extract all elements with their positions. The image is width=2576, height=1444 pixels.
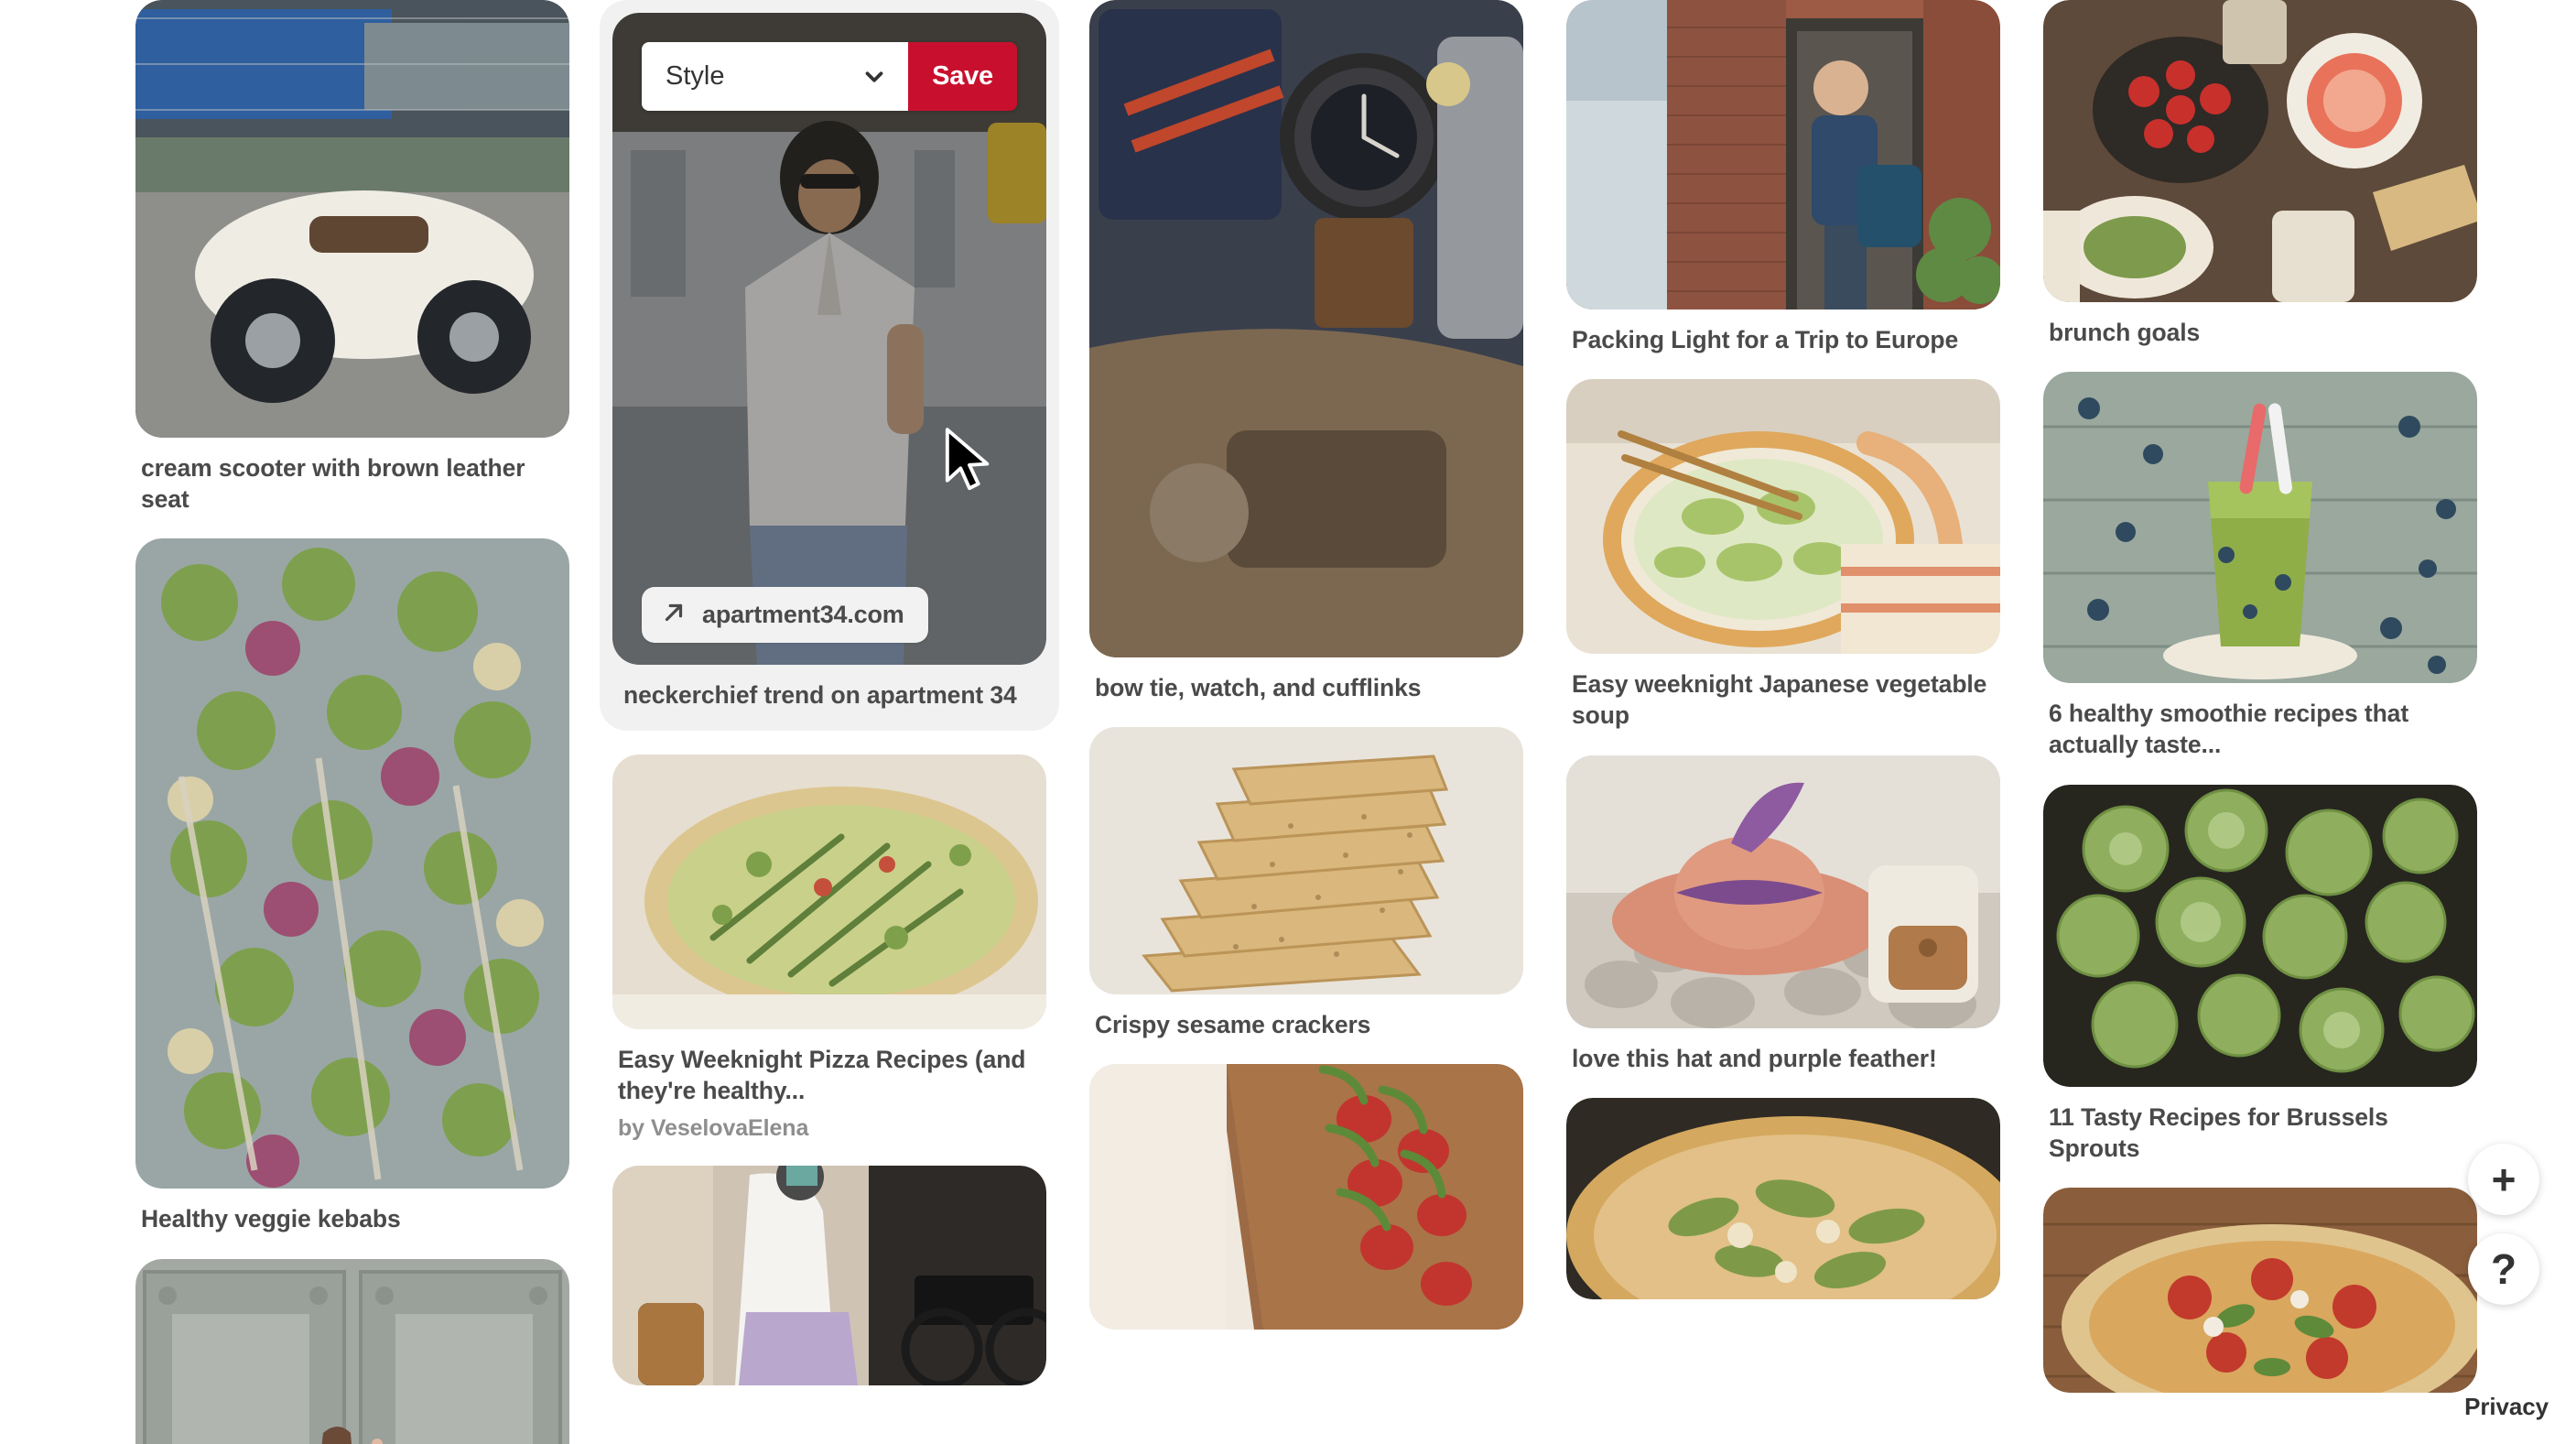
pin-image (1566, 379, 2000, 655)
board-select-value: Style (666, 61, 725, 91)
pin-author: by VeselovaElena (618, 1114, 809, 1141)
pin-image (2043, 784, 2477, 1087)
pin-image-wrapper[interactable] (1566, 755, 2000, 1028)
create-pin-button[interactable]: + (2468, 1144, 2539, 1215)
masonry-column-5: brunch goals 6 healthy smoothie recipes … (2043, 0, 2477, 1417)
pin-card-hovered[interactable]: Style Save apartment34.com neckerchief t… (600, 0, 1059, 732)
pin-title: bow tie, watch, and cufflinks (1095, 674, 1422, 701)
pin-image (135, 538, 569, 1189)
pin-title: Crispy sesame crackers (1095, 1011, 1371, 1039)
pin-image (1566, 1097, 2000, 1299)
pin-card[interactable]: Easy Weeknight Pizza Recipes (and they'r… (612, 755, 1046, 1141)
masonry-column-3: bow tie, watch, and cufflinks Crispy ses… (1089, 0, 1523, 1353)
pin-title: Packing Light for a Trip to Europe (1572, 326, 1959, 353)
pin-card[interactable]: love this hat and purple feather! (1566, 755, 2000, 1074)
pin-image-wrapper[interactable] (2043, 372, 2477, 684)
pin-image (1089, 1064, 1523, 1330)
source-domain-label: apartment34.com (702, 601, 904, 628)
pin-card[interactable]: Easy weeknight Japanese vegetable soup (1566, 379, 2000, 731)
pin-card[interactable] (612, 1165, 1046, 1385)
pin-image (2043, 372, 2477, 684)
pin-image (2043, 1187, 2477, 1393)
pin-image (1566, 755, 2000, 1028)
pin-title: 11 Tasty Recipes for Brussels Sprouts (2049, 1102, 2388, 1162)
pin-title: Easy weeknight Japanese vegetable soup (1572, 670, 1987, 730)
pin-title: Easy Weeknight Pizza Recipes (and they'r… (618, 1046, 1026, 1105)
masonry-column-1: cream scooter with brown leather seat He… (135, 0, 569, 1444)
pin-image (135, 0, 569, 438)
question-mark-icon: ? (2490, 1245, 2517, 1293)
pin-card[interactable] (1089, 1064, 1523, 1330)
pin-image-wrapper[interactable] (1566, 379, 2000, 655)
plus-icon: + (2491, 1156, 2516, 1203)
pin-image-wrapper[interactable] (1566, 0, 2000, 309)
pin-card[interactable]: brunch goals (2043, 0, 2477, 348)
help-button[interactable]: ? (2468, 1233, 2539, 1305)
pin-card[interactable] (2043, 1187, 2477, 1393)
pin-image-wrapper[interactable]: Style Save apartment34.com (612, 13, 1046, 665)
pin-image-wrapper[interactable] (1089, 0, 1523, 657)
pin-title: Healthy veggie kebabs (141, 1205, 401, 1233)
pin-image (135, 1258, 569, 1444)
pin-card[interactable]: Packing Light for a Trip to Europe (1566, 0, 2000, 355)
pin-image-wrapper[interactable] (612, 1165, 1046, 1385)
pin-card[interactable]: cream scooter with brown leather seat (135, 0, 569, 515)
pin-image-wrapper[interactable] (612, 755, 1046, 1030)
pin-card[interactable]: bow tie, watch, and cufflinks (1089, 0, 1523, 703)
pin-image-wrapper[interactable] (2043, 1187, 2477, 1393)
pin-title: cream scooter with brown leather seat (141, 454, 525, 514)
pin-card[interactable]: Healthy veggie kebabs (135, 538, 569, 1234)
pin-image-wrapper[interactable] (135, 0, 569, 438)
pin-image-wrapper[interactable] (135, 538, 569, 1189)
pin-title: neckerchief trend on apartment 34 (623, 681, 1017, 709)
chevron-down-icon (860, 63, 888, 91)
privacy-link[interactable]: Privacy (2464, 1393, 2549, 1421)
pin-card[interactable]: Crispy sesame crackers (1089, 727, 1523, 1040)
pin-image-wrapper[interactable] (1089, 727, 1523, 995)
pin-card[interactable]: 11 Tasty Recipes for Brussels Sprouts (2043, 784, 2477, 1164)
pin-image-wrapper[interactable] (1089, 1064, 1523, 1330)
pinterest-feed-board: cream scooter with brown leather seat He… (0, 0, 2576, 1444)
board-select-dropdown[interactable]: Style (642, 42, 909, 111)
pin-image-wrapper[interactable] (1566, 1097, 2000, 1299)
pin-card[interactable]: 6 healthy smoothie recipes that actually… (2043, 372, 2477, 760)
pin-title: 6 healthy smoothie recipes that actually… (2049, 700, 2409, 759)
source-attribution-badge[interactable]: apartment34.com (642, 587, 928, 643)
pin-image (1566, 0, 2000, 309)
pin-image (2043, 0, 2477, 302)
pin-card[interactable] (1566, 1097, 2000, 1299)
pin-image (612, 1165, 1046, 1385)
save-button[interactable]: Save (908, 42, 1017, 111)
save-to-board-bar[interactable]: Style Save (642, 42, 1017, 111)
pin-title: brunch goals (2049, 319, 2201, 346)
pin-image (612, 755, 1046, 1030)
pin-title: love this hat and purple feather! (1572, 1044, 1937, 1072)
pin-image-wrapper[interactable] (135, 1258, 569, 1444)
pin-image-wrapper[interactable] (2043, 784, 2477, 1087)
pin-card[interactable] (135, 1258, 569, 1444)
masonry-column-2: Style Save apartment34.com neckerchief t… (600, 0, 1059, 1409)
pin-image-wrapper[interactable] (2043, 0, 2477, 302)
pin-image (1089, 727, 1523, 995)
masonry-column-4: Packing Light for a Trip to Europe Easy … (1566, 0, 2000, 1323)
external-link-arrow-icon (660, 599, 687, 631)
pin-image (1089, 0, 1523, 657)
